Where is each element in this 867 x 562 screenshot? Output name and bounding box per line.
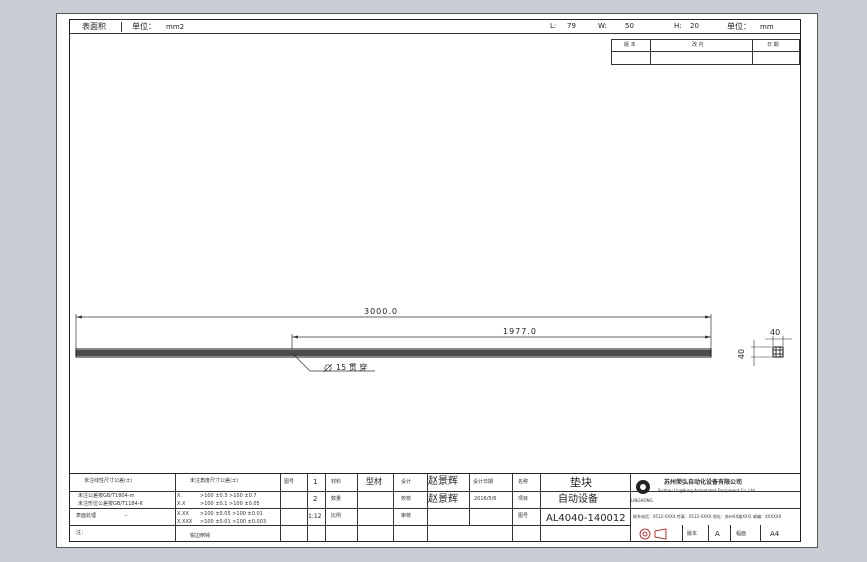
general-tolerance: 未注公差按GB/T1804-m: [78, 493, 135, 499]
company-logo-icon: [636, 480, 650, 494]
version-label: 版本: [687, 531, 698, 537]
tol-row-2-label: X.X: [177, 501, 186, 507]
audit-label: 审核: [401, 513, 412, 519]
tolerance-header-angle: 未注角度尺寸公差(±): [190, 478, 239, 484]
note-value: 锐边倒钝: [190, 533, 211, 539]
drawing-number: AL4040-140012: [546, 513, 626, 524]
size-value: A4: [770, 530, 780, 538]
company-contact: 联系电话：0512-XXXX 传真：0512-XXXX 地址：苏州XX路XX号 …: [633, 514, 782, 519]
dim-overall-length: 3000.0: [364, 307, 398, 316]
tol-row-4-value: >100 ±0.01 >100 ±0.003: [200, 519, 267, 525]
row-num-3: 1:12: [308, 513, 322, 520]
checker-name: 赵景辉: [428, 494, 458, 505]
size-label: 幅面: [736, 531, 747, 537]
material-label: 材料: [331, 479, 342, 485]
company-name-en: Suzhou LingHong Automated Equipment Co.,…: [658, 488, 755, 493]
title-block: 未注线性尺寸公差(±) 未注角度尺寸公差(±) 未注公差按GB/T1804-m …: [70, 473, 800, 542]
tol-row-3-value: >100 ±0.05 >100 ±0.01: [200, 511, 263, 517]
company-logo-text: LINGHONG: [631, 498, 653, 503]
name-label: 名称: [518, 479, 529, 485]
surface-label: 表面处理: [76, 513, 97, 519]
design-date-label: 设计日期: [473, 479, 494, 485]
row-num-2: 2: [313, 495, 318, 503]
general-tolerance-2: 未注形位公差按GB/T1184-K: [78, 501, 143, 507]
part-name: 垫块: [570, 476, 592, 489]
tol-row-2-value: >100 ±0.1 >100 ±0.05: [200, 501, 260, 507]
company-name-cn: 苏州荣弘自动化设备有限公司: [664, 479, 743, 486]
design-label: 设计: [401, 479, 412, 485]
project-label: 项目: [518, 496, 529, 502]
count-label: 图号: [284, 479, 295, 485]
drawing-no-label: 图号: [518, 513, 529, 519]
row-num-1: 1: [313, 478, 318, 486]
quantity-label: 数量: [331, 496, 342, 502]
dim-width: 40: [770, 328, 781, 337]
drawing-frame: 表面积 单位： mm2 L: 79 W: 50 H: 20 单位： mm 版 本…: [69, 19, 801, 542]
dim-partial-length: 1977.0: [503, 327, 537, 336]
design-date-value: 2016/5/6: [474, 496, 497, 502]
surface-value: --: [124, 513, 128, 519]
projection-symbol-icon: [639, 528, 667, 540]
tol-row-4-label: X.XXX: [177, 519, 193, 525]
drawing-sheet: 表面积 单位： mm2 L: 79 W: 50 H: 20 单位： mm 版 本…: [56, 13, 818, 548]
scale-label: 比例: [331, 513, 342, 519]
tol-row-3-label: X.XX: [177, 511, 189, 517]
tol-row-1-value: >100 ±0.3 >100 ±0.7: [200, 493, 257, 499]
note-label: 注：: [76, 530, 87, 536]
tol-row-1-label: X.: [177, 493, 183, 499]
check-label: 校核: [401, 496, 412, 502]
project-name: 自动设备: [558, 494, 598, 505]
version-value: A: [715, 530, 720, 538]
designer-name: 赵景辉: [428, 476, 458, 487]
tolerance-header-linear: 未注线性尺寸公差(±): [84, 478, 133, 484]
dim-height: 40: [737, 348, 747, 360]
hole-note: 15 贯 穿: [336, 363, 368, 372]
material-value: 型材: [366, 477, 382, 486]
part-drawing: [75, 314, 792, 373]
